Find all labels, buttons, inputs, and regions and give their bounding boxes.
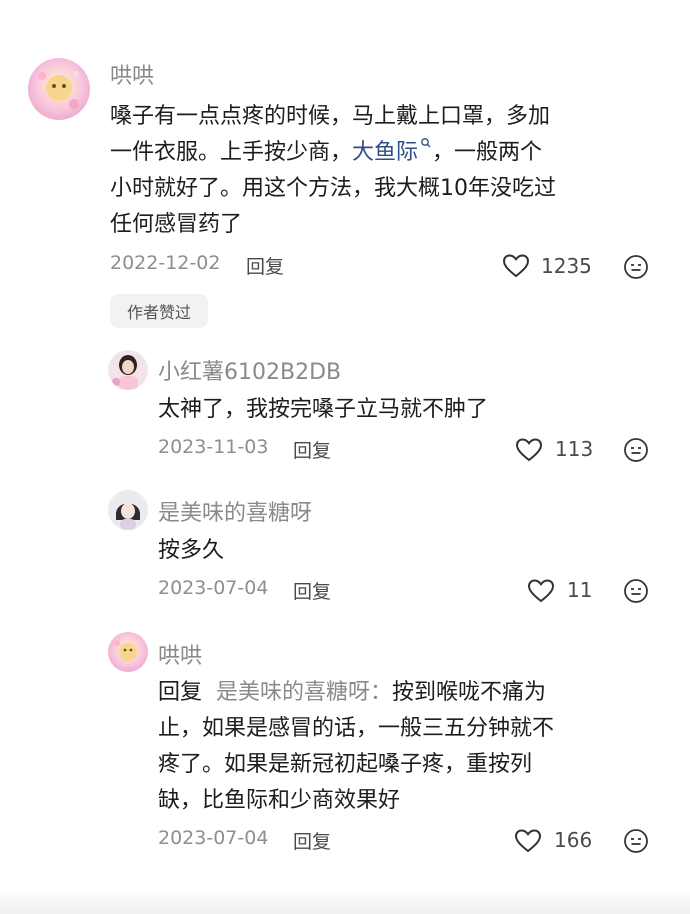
bottom-fade — [0, 888, 690, 914]
like-count: 166 — [554, 828, 593, 852]
reply-text-line: 止，如果是感冒的话，一般三五分钟就不 — [158, 716, 555, 741]
avatar-honghong[interactable] — [108, 632, 148, 672]
comment-date: 2022-12-02 — [110, 252, 221, 274]
like-count: 11 — [567, 578, 593, 602]
reply-text: 回复 是美味的喜糖呀：按到喉咙不痛为 止，如果是感冒的话，一般三五分钟就不 疼了… — [158, 675, 658, 819]
reply-prefix: 回复 — [158, 680, 203, 705]
reply-button[interactable]: 回复 — [293, 577, 331, 604]
emoji-face-icon[interactable] — [623, 254, 649, 280]
reply-text-line: 缺，比鱼际和少商效果好 — [158, 788, 401, 813]
emoji-face-icon[interactable] — [623, 437, 649, 463]
reply-date: 2023-07-04 — [158, 827, 269, 849]
reply-text: 太神了，我按完嗓子立马就不肿了 — [158, 397, 489, 422]
reply-username[interactable]: 小红薯6102B2DB — [158, 354, 341, 386]
avatar-honghong[interactable] — [28, 58, 90, 120]
heart-outline-icon[interactable] — [514, 828, 542, 854]
search-icon — [421, 138, 431, 148]
author-liked-badge: 作者赞过 — [110, 294, 208, 328]
emoji-face-icon[interactable] — [623, 828, 649, 854]
avatar-meiwei-xitang[interactable] — [108, 490, 148, 530]
reply-text-segment: 按到喉咙不痛为 — [392, 680, 547, 705]
heart-outline-icon[interactable] — [527, 578, 555, 604]
heart-outline-icon[interactable] — [515, 437, 543, 463]
reply-text-line: 疼了。如果是新冠初起嗓子疼，重按列 — [158, 752, 533, 777]
heart-outline-icon[interactable] — [502, 253, 530, 279]
like-count: 1235 — [541, 254, 592, 278]
avatar-xiaohongshu-user[interactable] — [108, 350, 148, 390]
comment-text: 嗓子有一点点疼的时候，马上戴上口罩，多加 一件衣服。上手按少商，大鱼际 ，一般两个… — [110, 99, 670, 243]
comment-text-line: 嗓子有一点点疼的时候，马上戴上口罩，多加 — [110, 104, 551, 129]
topic-link-dayuji[interactable]: 大鱼际 — [352, 138, 432, 165]
like-count: 113 — [555, 437, 594, 461]
emoji-face-icon[interactable] — [623, 578, 649, 604]
reply-button[interactable]: 回复 — [293, 436, 331, 463]
comment-username[interactable]: 哄哄 — [110, 58, 154, 90]
comment-text-segment: ，一般两个 — [432, 140, 543, 165]
reply-date: 2023-11-03 — [158, 436, 269, 458]
comment-text-line: 一件衣服。上手按少商，大鱼际 ，一般两个 — [110, 135, 670, 171]
mention-meiwei-xitang[interactable]: 是美味的喜糖呀： — [216, 680, 392, 705]
reply-date: 2023-07-04 — [158, 577, 269, 599]
reply-text: 按多久 — [158, 538, 225, 563]
comment-text-line: 任何感冒药了 — [110, 212, 243, 237]
reply-text-line: 回复 是美味的喜糖呀：按到喉咙不痛为 — [158, 675, 658, 711]
reply-button[interactable]: 回复 — [246, 252, 284, 279]
comment-text-line: 小时就好了。用这个方法，我大概10年没吃过 — [110, 176, 556, 201]
reply-username[interactable]: 哄哄 — [158, 638, 202, 670]
reply-username[interactable]: 是美味的喜糖呀 — [158, 495, 312, 527]
reply-button[interactable]: 回复 — [293, 827, 331, 854]
topic-link-label[interactable]: 大鱼际 — [352, 140, 418, 165]
comment-text-segment: 一件衣服。上手按少商， — [110, 140, 353, 165]
